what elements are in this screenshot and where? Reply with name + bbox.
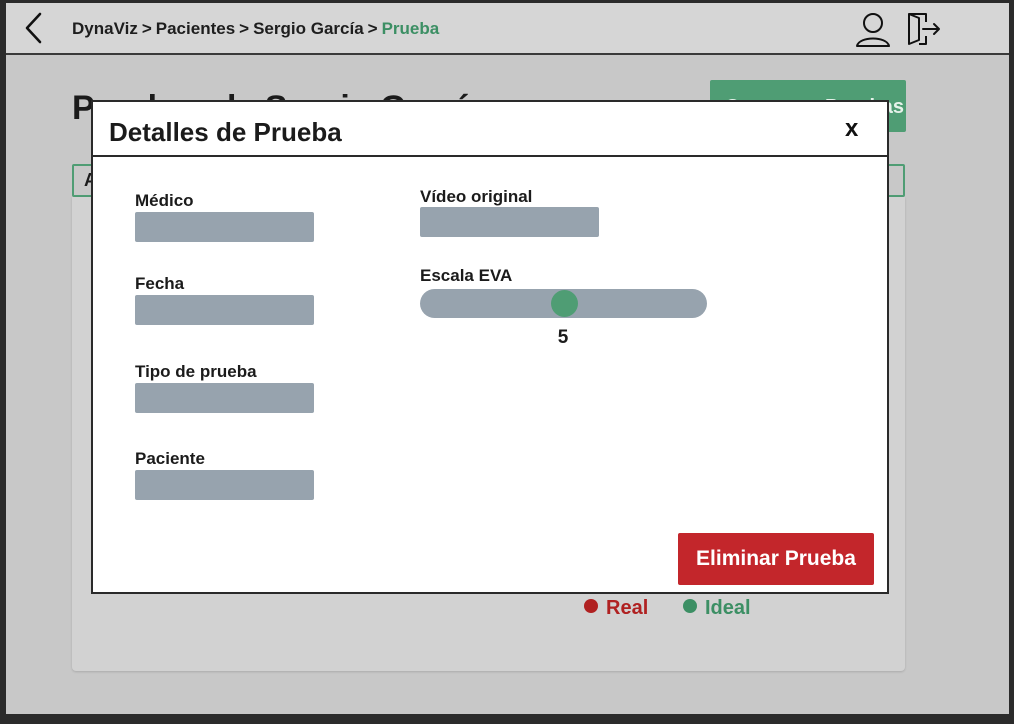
breadcrumb: DynaViz > Pacientes > Sergio García > Prueba [72,19,439,39]
app-frame: DynaViz>Pacientes>Sergio García>Prueba P… [6,3,1009,714]
eva-value: 5 [557,327,569,348]
breadcrumb-separator: > [367,19,378,38]
field-label-tipo: Tipo de prueba [135,362,257,381]
breadcrumb-item-paciente[interactable]: Sergio García [253,19,364,38]
tipo-prueba-field[interactable] [135,383,314,413]
eva-slider[interactable] [420,289,707,318]
eva-slider-thumb[interactable] [550,290,578,317]
legend-real-label: Real [606,597,649,619]
breadcrumb-item-dynaviz[interactable]: DynaViz [72,19,138,38]
modal-header: Detalles de Prueba x [93,102,887,157]
field-label-escala: Escala EVA [420,266,513,285]
field-label-fecha: Fecha [135,274,185,293]
medico-field[interactable] [135,212,314,242]
breadcrumb-separator: > [141,19,152,38]
legend-ideal-dot [683,599,697,613]
breadcrumb-item-pacientes[interactable]: Pacientes [156,19,235,38]
delete-test-button[interactable]: Eliminar Prueba [678,533,874,585]
logout-icon[interactable] [906,11,944,47]
legend-real: Real [584,597,648,620]
field-label-medico: Médico [135,191,194,210]
paciente-field[interactable] [135,470,314,500]
fecha-field[interactable] [135,295,314,325]
legend-ideal: Ideal [683,597,751,620]
legend-real-dot [584,599,598,613]
field-label-video: Vídeo original [420,187,533,206]
test-details-modal: Detalles de Prueba x Médico Fecha Tipo d… [91,100,889,594]
back-icon[interactable] [20,11,46,45]
breadcrumb-separator: > [239,19,250,38]
user-icon[interactable] [854,11,892,49]
field-label-paciente: Paciente [135,449,205,468]
modal-title: Detalles de Prueba [109,117,342,147]
legend-ideal-label: Ideal [705,597,751,619]
top-bar: DynaViz > Pacientes > Sergio García > Prueba [6,3,1009,55]
close-button[interactable]: x [845,117,858,141]
video-original-field[interactable] [420,207,599,237]
breadcrumb-item-current: Prueba [381,19,440,38]
